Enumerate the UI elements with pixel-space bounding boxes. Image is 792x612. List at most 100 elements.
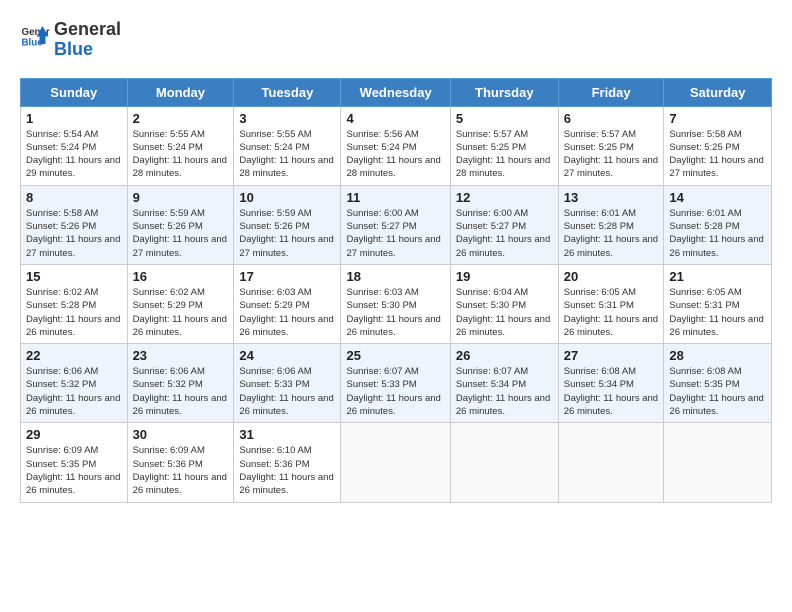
day-number: 8 xyxy=(26,190,122,205)
day-info: Sunrise: 5:59 AM Sunset: 5:26 PM Dayligh… xyxy=(133,207,229,260)
calendar-cell: 15 Sunrise: 6:02 AM Sunset: 5:28 PM Dayl… xyxy=(21,264,128,343)
day-info: Sunrise: 6:05 AM Sunset: 5:31 PM Dayligh… xyxy=(669,286,766,339)
calendar-cell: 4 Sunrise: 5:56 AM Sunset: 5:24 PM Dayli… xyxy=(341,106,450,185)
day-info: Sunrise: 6:10 AM Sunset: 5:36 PM Dayligh… xyxy=(239,444,335,497)
logo: General Blue General Blue xyxy=(20,20,121,60)
day-info: Sunrise: 5:56 AM Sunset: 5:24 PM Dayligh… xyxy=(346,128,444,181)
day-info: Sunrise: 5:59 AM Sunset: 5:26 PM Dayligh… xyxy=(239,207,335,260)
day-info: Sunrise: 5:55 AM Sunset: 5:24 PM Dayligh… xyxy=(239,128,335,181)
calendar-cell: 22 Sunrise: 6:06 AM Sunset: 5:32 PM Dayl… xyxy=(21,344,128,423)
calendar-cell: 2 Sunrise: 5:55 AM Sunset: 5:24 PM Dayli… xyxy=(127,106,234,185)
day-info: Sunrise: 6:04 AM Sunset: 5:30 PM Dayligh… xyxy=(456,286,553,339)
calendar-cell: 31 Sunrise: 6:10 AM Sunset: 5:36 PM Dayl… xyxy=(234,423,341,502)
day-number: 10 xyxy=(239,190,335,205)
page-container: General Blue General Blue SundayMondayTu… xyxy=(20,20,772,503)
day-info: Sunrise: 6:03 AM Sunset: 5:30 PM Dayligh… xyxy=(346,286,444,339)
day-info: Sunrise: 6:07 AM Sunset: 5:33 PM Dayligh… xyxy=(346,365,444,418)
calendar-cell: 6 Sunrise: 5:57 AM Sunset: 5:25 PM Dayli… xyxy=(558,106,664,185)
day-number: 5 xyxy=(456,111,553,126)
day-number: 25 xyxy=(346,348,444,363)
calendar-cell: 29 Sunrise: 6:09 AM Sunset: 5:35 PM Dayl… xyxy=(21,423,128,502)
logo-icon: General Blue xyxy=(20,20,50,50)
day-info: Sunrise: 6:07 AM Sunset: 5:34 PM Dayligh… xyxy=(456,365,553,418)
calendar-cell: 30 Sunrise: 6:09 AM Sunset: 5:36 PM Dayl… xyxy=(127,423,234,502)
week-row-4: 22 Sunrise: 6:06 AM Sunset: 5:32 PM Dayl… xyxy=(21,344,772,423)
day-number: 2 xyxy=(133,111,229,126)
day-info: Sunrise: 5:58 AM Sunset: 5:26 PM Dayligh… xyxy=(26,207,122,260)
day-info: Sunrise: 6:06 AM Sunset: 5:32 PM Dayligh… xyxy=(26,365,122,418)
day-info: Sunrise: 6:03 AM Sunset: 5:29 PM Dayligh… xyxy=(239,286,335,339)
calendar-cell: 14 Sunrise: 6:01 AM Sunset: 5:28 PM Dayl… xyxy=(664,185,772,264)
day-info: Sunrise: 6:08 AM Sunset: 5:35 PM Dayligh… xyxy=(669,365,766,418)
day-number: 9 xyxy=(133,190,229,205)
calendar-cell: 21 Sunrise: 6:05 AM Sunset: 5:31 PM Dayl… xyxy=(664,264,772,343)
top-row: General Blue General Blue xyxy=(20,20,772,70)
week-row-1: 1 Sunrise: 5:54 AM Sunset: 5:24 PM Dayli… xyxy=(21,106,772,185)
day-number: 28 xyxy=(669,348,766,363)
day-number: 26 xyxy=(456,348,553,363)
day-number: 17 xyxy=(239,269,335,284)
day-number: 19 xyxy=(456,269,553,284)
calendar-header: SundayMondayTuesdayWednesdayThursdayFrid… xyxy=(21,78,772,106)
calendar: SundayMondayTuesdayWednesdayThursdayFrid… xyxy=(20,78,772,503)
day-number: 16 xyxy=(133,269,229,284)
calendar-cell: 20 Sunrise: 6:05 AM Sunset: 5:31 PM Dayl… xyxy=(558,264,664,343)
calendar-cell: 18 Sunrise: 6:03 AM Sunset: 5:30 PM Dayl… xyxy=(341,264,450,343)
day-number: 14 xyxy=(669,190,766,205)
day-number: 30 xyxy=(133,427,229,442)
day-info: Sunrise: 6:09 AM Sunset: 5:36 PM Dayligh… xyxy=(133,444,229,497)
day-header-thursday: Thursday xyxy=(450,78,558,106)
calendar-cell: 10 Sunrise: 5:59 AM Sunset: 5:26 PM Dayl… xyxy=(234,185,341,264)
calendar-cell: 23 Sunrise: 6:06 AM Sunset: 5:32 PM Dayl… xyxy=(127,344,234,423)
day-number: 21 xyxy=(669,269,766,284)
day-header-sunday: Sunday xyxy=(21,78,128,106)
week-row-5: 29 Sunrise: 6:09 AM Sunset: 5:35 PM Dayl… xyxy=(21,423,772,502)
week-row-3: 15 Sunrise: 6:02 AM Sunset: 5:28 PM Dayl… xyxy=(21,264,772,343)
day-info: Sunrise: 6:02 AM Sunset: 5:28 PM Dayligh… xyxy=(26,286,122,339)
calendar-cell xyxy=(664,423,772,502)
day-header-saturday: Saturday xyxy=(664,78,772,106)
day-info: Sunrise: 6:02 AM Sunset: 5:29 PM Dayligh… xyxy=(133,286,229,339)
calendar-cell: 24 Sunrise: 6:06 AM Sunset: 5:33 PM Dayl… xyxy=(234,344,341,423)
calendar-cell: 17 Sunrise: 6:03 AM Sunset: 5:29 PM Dayl… xyxy=(234,264,341,343)
day-number: 27 xyxy=(564,348,659,363)
day-info: Sunrise: 5:57 AM Sunset: 5:25 PM Dayligh… xyxy=(564,128,659,181)
day-info: Sunrise: 5:54 AM Sunset: 5:24 PM Dayligh… xyxy=(26,128,122,181)
day-number: 22 xyxy=(26,348,122,363)
day-header-tuesday: Tuesday xyxy=(234,78,341,106)
calendar-cell: 8 Sunrise: 5:58 AM Sunset: 5:26 PM Dayli… xyxy=(21,185,128,264)
day-number: 4 xyxy=(346,111,444,126)
calendar-cell: 13 Sunrise: 6:01 AM Sunset: 5:28 PM Dayl… xyxy=(558,185,664,264)
day-number: 3 xyxy=(239,111,335,126)
calendar-cell xyxy=(558,423,664,502)
day-header-friday: Friday xyxy=(558,78,664,106)
day-number: 12 xyxy=(456,190,553,205)
logo-text: General Blue xyxy=(54,20,121,60)
day-info: Sunrise: 6:08 AM Sunset: 5:34 PM Dayligh… xyxy=(564,365,659,418)
logo-blue: Blue xyxy=(54,39,93,59)
calendar-cell: 3 Sunrise: 5:55 AM Sunset: 5:24 PM Dayli… xyxy=(234,106,341,185)
day-number: 15 xyxy=(26,269,122,284)
day-number: 31 xyxy=(239,427,335,442)
day-number: 7 xyxy=(669,111,766,126)
day-number: 29 xyxy=(26,427,122,442)
calendar-cell xyxy=(341,423,450,502)
calendar-cell xyxy=(450,423,558,502)
day-number: 6 xyxy=(564,111,659,126)
calendar-body: 1 Sunrise: 5:54 AM Sunset: 5:24 PM Dayli… xyxy=(21,106,772,502)
calendar-cell: 7 Sunrise: 5:58 AM Sunset: 5:25 PM Dayli… xyxy=(664,106,772,185)
day-info: Sunrise: 6:00 AM Sunset: 5:27 PM Dayligh… xyxy=(456,207,553,260)
day-info: Sunrise: 6:05 AM Sunset: 5:31 PM Dayligh… xyxy=(564,286,659,339)
calendar-cell: 5 Sunrise: 5:57 AM Sunset: 5:25 PM Dayli… xyxy=(450,106,558,185)
day-info: Sunrise: 6:00 AM Sunset: 5:27 PM Dayligh… xyxy=(346,207,444,260)
day-number: 24 xyxy=(239,348,335,363)
calendar-cell: 11 Sunrise: 6:00 AM Sunset: 5:27 PM Dayl… xyxy=(341,185,450,264)
day-info: Sunrise: 5:57 AM Sunset: 5:25 PM Dayligh… xyxy=(456,128,553,181)
day-info: Sunrise: 5:58 AM Sunset: 5:25 PM Dayligh… xyxy=(669,128,766,181)
day-number: 23 xyxy=(133,348,229,363)
calendar-cell: 12 Sunrise: 6:00 AM Sunset: 5:27 PM Dayl… xyxy=(450,185,558,264)
day-info: Sunrise: 6:06 AM Sunset: 5:32 PM Dayligh… xyxy=(133,365,229,418)
day-number: 13 xyxy=(564,190,659,205)
day-number: 18 xyxy=(346,269,444,284)
week-row-2: 8 Sunrise: 5:58 AM Sunset: 5:26 PM Dayli… xyxy=(21,185,772,264)
